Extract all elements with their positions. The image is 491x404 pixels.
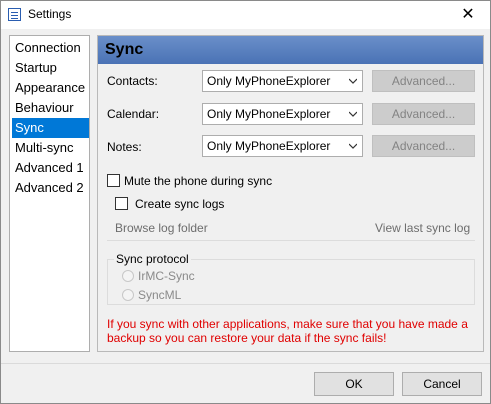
notes-label: Notes:	[107, 140, 142, 154]
window-title: Settings	[28, 7, 72, 21]
cancel-button[interactable]: Cancel	[402, 372, 482, 396]
ok-button[interactable]: OK	[314, 372, 394, 396]
create-sync-logs-label: Create sync logs	[135, 197, 225, 211]
contacts-label: Contacts:	[107, 74, 158, 88]
irmc-sync-radio[interactable]	[122, 270, 134, 282]
nav-item-connection[interactable]: Connection	[12, 38, 89, 58]
contacts-dropdown-value: Only MyPhoneExplorer	[207, 74, 331, 88]
browse-log-folder-link[interactable]: Browse log folder	[115, 221, 208, 235]
contacts-dropdown[interactable]: Only MyPhoneExplorer	[202, 70, 363, 92]
contacts-advanced-button[interactable]: Advanced...	[372, 70, 475, 92]
sync-warning-text: If you sync with other applications, mak…	[107, 317, 468, 345]
chevron-down-icon	[349, 143, 357, 149]
nav-item-advanced-1[interactable]: Advanced 1	[12, 158, 89, 178]
view-last-sync-log-link[interactable]: View last sync log	[375, 221, 470, 235]
chevron-down-icon	[349, 78, 357, 84]
calendar-label: Calendar:	[107, 107, 160, 121]
nav-item-advanced-2[interactable]: Advanced 2	[12, 178, 89, 198]
irmc-sync-label: IrMC-Sync	[138, 269, 195, 283]
panel-title: Sync	[98, 36, 483, 64]
nav-item-multi-sync[interactable]: Multi-sync	[12, 138, 89, 158]
settings-window: Settings ✕ Connection Startup Appearance…	[0, 0, 491, 404]
calendar-dropdown[interactable]: Only MyPhoneExplorer	[202, 103, 363, 125]
footer-divider	[1, 363, 490, 364]
close-icon[interactable]: ✕	[446, 1, 490, 29]
notes-dropdown[interactable]: Only MyPhoneExplorer	[202, 135, 363, 157]
syncml-label: SyncML	[138, 288, 182, 302]
nav-item-startup[interactable]: Startup	[12, 58, 89, 78]
calendar-dropdown-value: Only MyPhoneExplorer	[207, 107, 331, 121]
mute-phone-checkbox[interactable]	[107, 174, 120, 187]
sync-settings-panel: Sync Contacts: Only MyPhoneExplorer Adva…	[97, 35, 484, 352]
settings-nav-list: Connection Startup Appearance Behaviour …	[9, 35, 90, 352]
syncml-radio[interactable]	[122, 289, 134, 301]
notes-advanced-button[interactable]: Advanced...	[372, 135, 475, 157]
mute-phone-label: Mute the phone during sync	[124, 174, 273, 188]
nav-item-appearance[interactable]: Appearance	[12, 78, 89, 98]
settings-app-icon	[8, 8, 21, 21]
calendar-advanced-button[interactable]: Advanced...	[372, 103, 475, 125]
create-sync-logs-checkbox[interactable]	[115, 197, 128, 210]
chevron-down-icon	[349, 111, 357, 117]
title-bar: Settings ✕	[1, 1, 490, 29]
sync-protocol-title: Sync protocol	[114, 252, 191, 266]
nav-item-behaviour[interactable]: Behaviour	[12, 98, 89, 118]
notes-dropdown-value: Only MyPhoneExplorer	[207, 139, 331, 153]
nav-item-sync[interactable]: Sync	[12, 118, 89, 138]
